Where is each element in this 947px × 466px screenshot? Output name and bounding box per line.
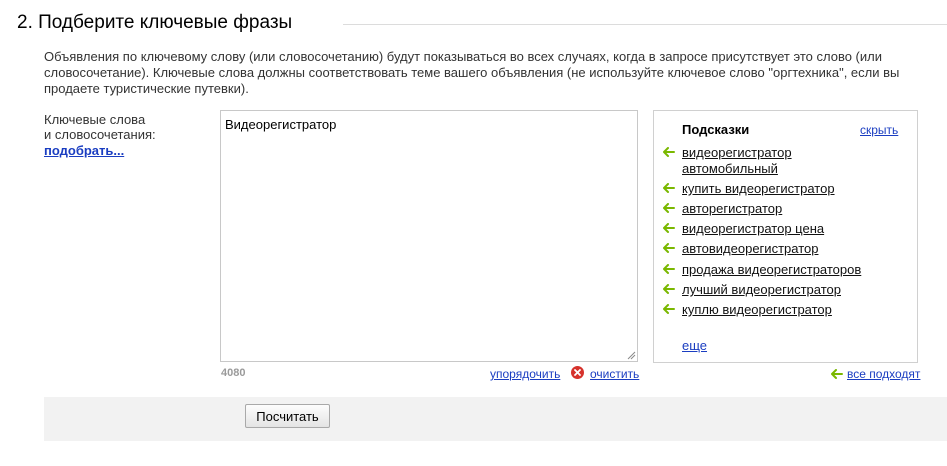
- more-hints-link[interactable]: еще: [682, 338, 707, 353]
- green-left-arrow-icon[interactable]: [831, 369, 843, 379]
- section-title: 2. Подберите ключевые фразы: [17, 12, 293, 33]
- hint-text[interactable]: авторегистратор: [682, 201, 782, 217]
- resize-grip-icon[interactable]: [626, 350, 636, 360]
- clear-icon[interactable]: [571, 366, 584, 379]
- hide-hints-link[interactable]: скрыть: [860, 123, 898, 137]
- hint-text[interactable]: продажа видеорегистраторов: [682, 262, 861, 278]
- green-left-arrow-icon[interactable]: [663, 183, 675, 193]
- hint-text[interactable]: лучший видеорегистратор: [682, 282, 841, 298]
- green-left-arrow-icon[interactable]: [663, 147, 675, 157]
- hint-text[interactable]: куплю видеорегистратор: [682, 302, 832, 318]
- title-divider: [343, 24, 947, 25]
- green-left-arrow-icon[interactable]: [663, 243, 675, 253]
- clear-link[interactable]: очистить: [590, 367, 639, 381]
- section-description: Объявления по ключевому слову (или слово…: [44, 49, 900, 96]
- char-count: 4080: [221, 367, 246, 379]
- green-left-arrow-icon[interactable]: [663, 223, 675, 233]
- keywords-label-line2: и словосочетания:: [44, 127, 156, 142]
- green-left-arrow-icon[interactable]: [663, 284, 675, 294]
- hint-text[interactable]: автовидеорегистратор: [682, 241, 818, 257]
- keywords-label: Ключевые слова и словосочетания:: [44, 112, 156, 142]
- all-fit-link[interactable]: все подходят: [847, 367, 920, 381]
- green-left-arrow-icon[interactable]: [663, 264, 675, 274]
- hint-text[interactable]: видеорегистратор автомобильный: [682, 145, 822, 177]
- hint-text[interactable]: купить видеорегистратор: [682, 181, 835, 197]
- actions-bar: [44, 397, 947, 441]
- green-left-arrow-icon[interactable]: [663, 304, 675, 314]
- hint-text[interactable]: видеорегистратор цена: [682, 221, 824, 237]
- sort-link[interactable]: упорядочить: [490, 367, 560, 381]
- keywords-textarea[interactable]: [220, 110, 638, 362]
- pick-keywords-link[interactable]: подобрать...: [44, 143, 124, 158]
- green-left-arrow-icon[interactable]: [663, 203, 675, 213]
- keywords-label-line1: Ключевые слова: [44, 112, 146, 127]
- section-header: 2. Подберите ключевые фразы: [0, 0, 947, 46]
- calculate-button[interactable]: Посчитать: [245, 404, 330, 428]
- hints-title: Подсказки: [682, 122, 750, 137]
